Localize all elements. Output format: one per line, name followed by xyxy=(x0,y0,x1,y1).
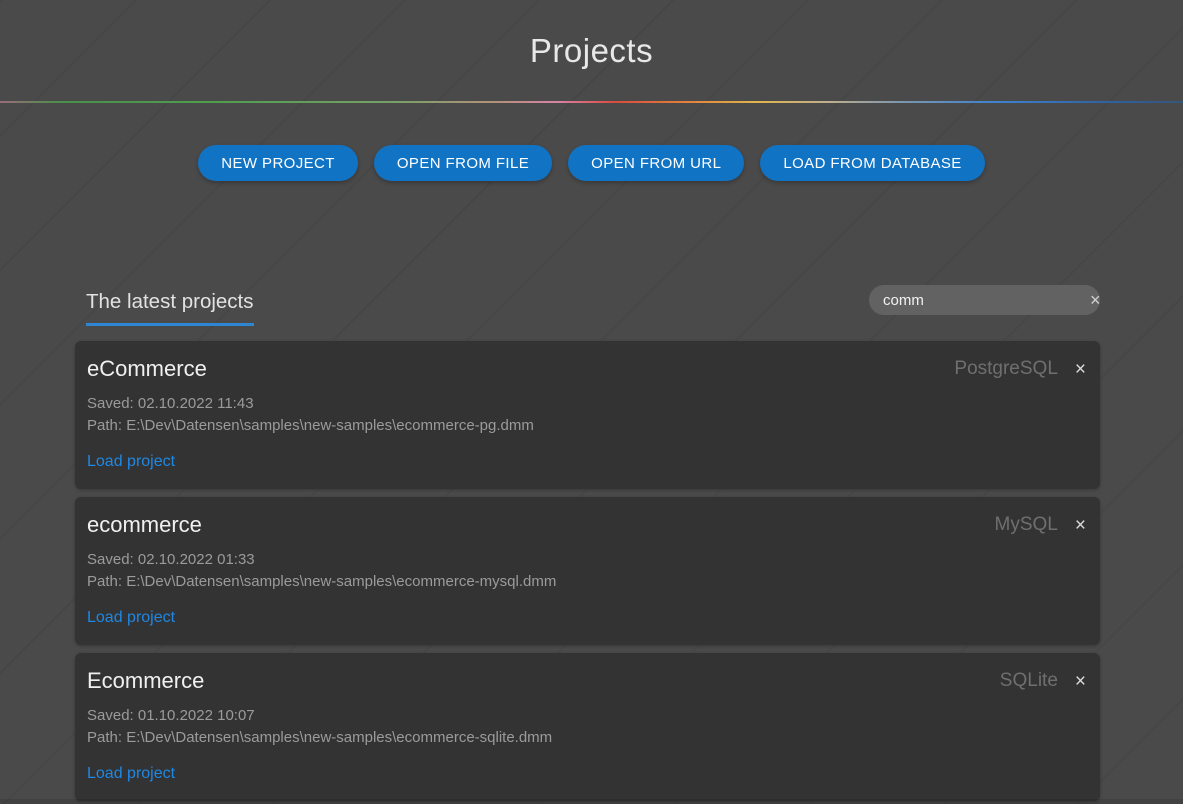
project-path: Path: E:\Dev\Datensen\samples\new-sample… xyxy=(87,415,1086,437)
project-saved: Saved: 02.10.2022 11:43 xyxy=(87,393,1086,415)
card-header-right: MySQL × xyxy=(995,514,1086,536)
project-name: Ecommerce xyxy=(87,668,204,694)
db-type-label: MySQL xyxy=(995,514,1058,536)
db-type-label: SQLite xyxy=(1000,670,1058,692)
project-path: Path: E:\Dev\Datensen\samples\new-sample… xyxy=(87,571,1086,593)
search-clear-icon[interactable]: × xyxy=(1090,285,1101,315)
project-card: Ecommerce SQLite × Saved: 01.10.2022 10:… xyxy=(75,653,1100,801)
project-meta: Saved: 01.10.2022 10:07 Path: E:\Dev\Dat… xyxy=(87,705,1086,749)
page-title: Projects xyxy=(530,32,653,70)
toolbar: NEW PROJECT OPEN FROM FILE OPEN FROM URL… xyxy=(0,145,1183,181)
project-cards-list: eCommerce PostgreSQL × Saved: 02.10.2022… xyxy=(75,341,1100,801)
project-card: ecommerce MySQL × Saved: 02.10.2022 01:3… xyxy=(75,497,1100,645)
search-box[interactable]: × xyxy=(869,285,1100,315)
close-icon[interactable]: × xyxy=(1075,360,1086,379)
card-header-right: SQLite × xyxy=(1000,670,1086,692)
project-path: Path: E:\Dev\Datensen\samples\new-sample… xyxy=(87,727,1086,749)
rainbow-divider xyxy=(0,101,1183,103)
project-card: eCommerce PostgreSQL × Saved: 02.10.2022… xyxy=(75,341,1100,489)
load-project-link[interactable]: Load project xyxy=(87,453,175,471)
latest-projects-heading: The latest projects xyxy=(86,290,254,326)
new-project-button[interactable]: NEW PROJECT xyxy=(198,145,358,181)
close-icon[interactable]: × xyxy=(1075,516,1086,535)
project-meta: Saved: 02.10.2022 01:33 Path: E:\Dev\Dat… xyxy=(87,549,1086,593)
bottom-edge xyxy=(0,799,1183,804)
project-saved: Saved: 02.10.2022 01:33 xyxy=(87,549,1086,571)
project-name: eCommerce xyxy=(87,356,207,382)
card-header: ecommerce MySQL × xyxy=(87,512,1086,538)
load-from-database-button[interactable]: LOAD FROM DATABASE xyxy=(760,145,984,181)
page-header: Projects xyxy=(0,0,1183,101)
latest-projects-section: The latest projects × eCommerce PostgreS… xyxy=(75,285,1100,801)
project-saved: Saved: 01.10.2022 10:07 xyxy=(87,705,1086,727)
card-header: Ecommerce SQLite × xyxy=(87,668,1086,694)
close-icon[interactable]: × xyxy=(1075,672,1086,691)
latest-header-row: The latest projects × xyxy=(75,285,1100,326)
card-header-right: PostgreSQL × xyxy=(954,358,1086,380)
card-header: eCommerce PostgreSQL × xyxy=(87,356,1086,382)
load-project-link[interactable]: Load project xyxy=(87,609,175,627)
project-meta: Saved: 02.10.2022 11:43 Path: E:\Dev\Dat… xyxy=(87,393,1086,437)
search-input[interactable] xyxy=(869,285,1090,315)
db-type-label: PostgreSQL xyxy=(954,358,1058,380)
project-name: ecommerce xyxy=(87,512,202,538)
open-from-url-button[interactable]: OPEN FROM URL xyxy=(568,145,744,181)
open-from-file-button[interactable]: OPEN FROM FILE xyxy=(374,145,552,181)
load-project-link[interactable]: Load project xyxy=(87,765,175,783)
